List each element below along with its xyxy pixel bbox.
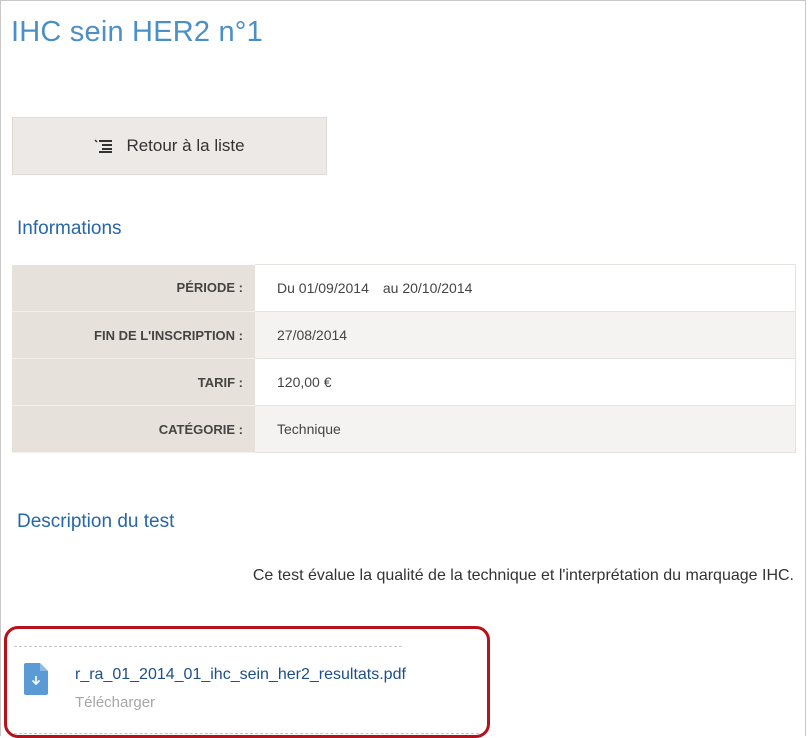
file-download-icon[interactable] <box>24 663 48 700</box>
row-value-fin-inscription: 27/08/2014 <box>255 311 796 359</box>
row-value-categorie: Technique <box>255 405 796 453</box>
row-value-periode: Du 01/09/2014 au 20/10/2014 <box>255 264 796 312</box>
download-link[interactable]: Télécharger <box>75 694 155 711</box>
row-label-categorie: CATÉGORIE : <box>12 405 255 453</box>
table-row: CATÉGORIE : Technique <box>12 405 796 453</box>
back-to-list-button[interactable]: Retour à la liste <box>12 117 327 175</box>
informations-heading: Informations <box>17 218 122 239</box>
list-back-icon <box>94 139 114 153</box>
info-table: PÉRIODE : Du 01/09/2014 au 20/10/2014 FIN… <box>12 264 796 453</box>
page-title: IHC sein HER2 n°1 <box>11 16 263 48</box>
table-row: PÉRIODE : Du 01/09/2014 au 20/10/2014 <box>12 264 796 312</box>
row-value-tarif: 120,00 € <box>255 358 796 406</box>
row-label-tarif: TARIF : <box>12 358 255 406</box>
row-label-periode: PÉRIODE : <box>12 264 255 312</box>
description-text: Ce test évalue la qualité de la techniqu… <box>252 567 794 584</box>
period-end: au 20/10/2014 <box>382 280 473 296</box>
divider <box>14 733 484 734</box>
divider <box>14 646 402 647</box>
table-row: TARIF : 120,00 € <box>12 358 796 406</box>
table-row: FIN DE L'INSCRIPTION : 27/08/2014 <box>12 311 796 359</box>
period-start: Du 01/09/2014 <box>277 280 369 296</box>
row-label-fin-inscription: FIN DE L'INSCRIPTION : <box>12 311 255 359</box>
back-to-list-label: Retour à la liste <box>126 136 245 155</box>
description-heading: Description du test <box>17 511 175 532</box>
attachment-filename-link[interactable]: r_ra_01_2014_01_ihc_sein_her2_resultats.… <box>75 666 406 684</box>
